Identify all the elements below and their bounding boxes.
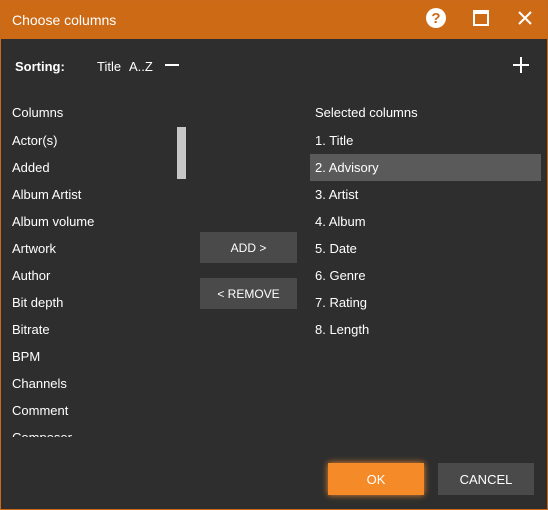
list-item[interactable]: Artwork bbox=[1, 235, 191, 262]
title-bar: Choose columns ? bbox=[1, 1, 547, 39]
cancel-button[interactable]: CANCEL bbox=[438, 463, 534, 495]
list-item[interactable]: Album Artist bbox=[1, 181, 191, 208]
window-title: Choose columns bbox=[12, 12, 117, 28]
list-item[interactable]: 8. Length bbox=[310, 316, 541, 343]
available-columns-header: Columns bbox=[12, 105, 64, 120]
list-item[interactable]: Channels bbox=[1, 370, 191, 397]
sorting-label: Sorting: bbox=[15, 59, 65, 74]
list-item[interactable]: BPM bbox=[1, 343, 191, 370]
list-item[interactable]: Author bbox=[1, 262, 191, 289]
choose-columns-dialog: Choose columns ? Sorting: Title A..Z Col… bbox=[0, 0, 548, 510]
sort-field[interactable]: Title bbox=[97, 59, 121, 74]
minus-icon bbox=[164, 60, 180, 77]
svg-text:?: ? bbox=[431, 10, 440, 27]
available-columns-list[interactable]: Actor(s) Added Album Artist Album volume… bbox=[1, 127, 191, 437]
list-item[interactable]: 6. Genre bbox=[310, 262, 541, 289]
ok-button[interactable]: OK bbox=[328, 463, 424, 495]
plus-icon bbox=[512, 57, 530, 78]
selected-columns-header: Selected columns bbox=[315, 105, 418, 120]
list-item[interactable]: Composer bbox=[1, 424, 191, 437]
list-item[interactable]: 7. Rating bbox=[310, 289, 541, 316]
help-button[interactable]: ? bbox=[422, 6, 450, 34]
list-item[interactable]: Comment bbox=[1, 397, 191, 424]
list-item[interactable]: Added bbox=[1, 154, 191, 181]
selected-columns-list[interactable]: 1. Title 2. Advisory 3. Artist 4. Album … bbox=[310, 127, 541, 343]
add-button[interactable]: ADD > bbox=[200, 232, 297, 263]
list-item[interactable]: 5. Date bbox=[310, 235, 541, 262]
add-sort-button[interactable] bbox=[512, 56, 530, 74]
close-button[interactable] bbox=[511, 6, 539, 34]
remove-sort-button[interactable] bbox=[164, 57, 180, 73]
remove-button[interactable]: < REMOVE bbox=[200, 278, 297, 309]
list-item[interactable]: 3. Artist bbox=[310, 181, 541, 208]
list-item[interactable]: Actor(s) bbox=[1, 127, 191, 154]
list-item[interactable]: Album volume bbox=[1, 208, 191, 235]
list-item[interactable]: 1. Title bbox=[310, 127, 541, 154]
maximize-icon bbox=[472, 9, 490, 32]
help-icon: ? bbox=[425, 7, 447, 34]
list-item[interactable]: 4. Album bbox=[310, 208, 541, 235]
list-item-selected[interactable]: 2. Advisory bbox=[310, 154, 541, 181]
sort-order-toggle[interactable]: A..Z bbox=[129, 59, 153, 74]
close-icon bbox=[517, 10, 533, 31]
columns-scrollbar[interactable] bbox=[177, 127, 186, 179]
list-item[interactable]: Bitrate bbox=[1, 316, 191, 343]
maximize-button[interactable] bbox=[467, 6, 495, 34]
list-item[interactable]: Bit depth bbox=[1, 289, 191, 316]
